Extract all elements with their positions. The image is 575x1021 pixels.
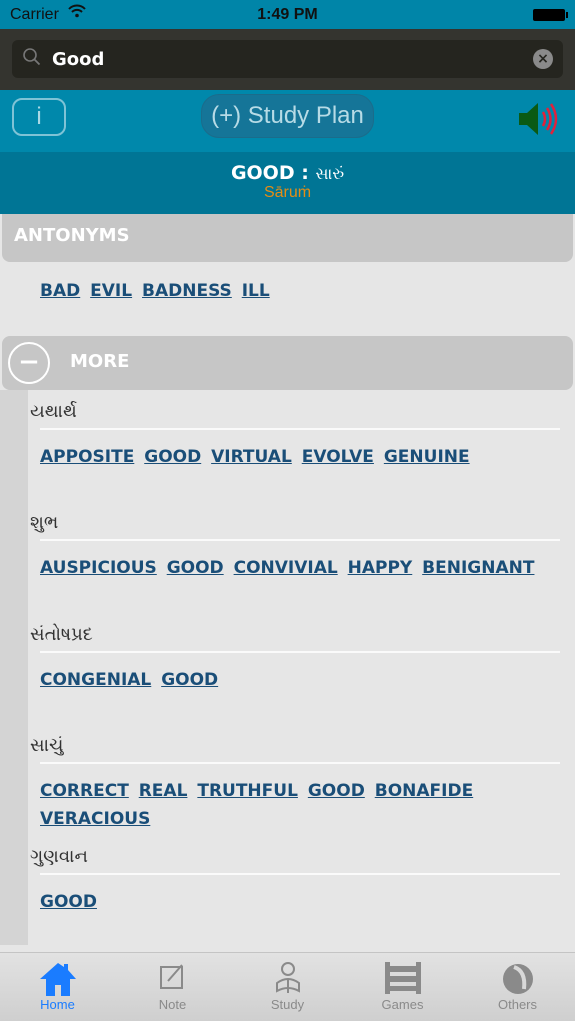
word-transliteration: Sāruṁ [263, 184, 312, 201]
tab-games[interactable]: Games [345, 953, 460, 1021]
search-field: × [12, 40, 563, 78]
synonym-links: AUSPICIOUS GOOD CONVIVIAL HAPPY BENIGNAN… [28, 541, 560, 582]
word-link[interactable]: GOOD [167, 558, 224, 578]
word-gujarati: સારું [315, 164, 345, 183]
status-bar: Carrier 1:49 PM [0, 0, 575, 29]
word-link[interactable]: GOOD [144, 447, 201, 467]
meaning-section: શુભ AUSPICIOUS GOOD CONVIVIAL HAPPY BENIG… [28, 507, 575, 618]
tab-others[interactable]: Others [460, 953, 575, 1021]
synonym-links: CONGENIAL GOOD [28, 653, 560, 694]
synonym-links: CORRECT REAL TRUTHFUL GOOD BONAFIDE VERA… [28, 764, 560, 833]
tab-bar: Home Note Study Games Others [0, 952, 575, 1021]
gujarati-heading: સંતોષપ્રદ [30, 623, 93, 645]
more-header[interactable]: − MORE [2, 336, 573, 390]
meaning-section: સાચું CORRECT REAL TRUTHFUL GOOD BONAFIDE… [28, 730, 575, 841]
word-link[interactable]: APPOSITE [40, 447, 134, 467]
antonyms-list: BAD EVIL BADNESS ILL [40, 277, 560, 305]
search-input[interactable] [52, 40, 512, 78]
home-icon [0, 953, 115, 997]
tab-label: Study [270, 997, 305, 1012]
word-link[interactable]: GOOD [308, 781, 365, 801]
search-icon [22, 47, 42, 72]
word-link[interactable]: VIRTUAL [211, 447, 292, 467]
word-link[interactable]: GOOD [40, 892, 97, 912]
gujarati-heading: ગુણવાન [30, 846, 88, 867]
meaning-section: યથાર્થ APPOSITE GOOD VIRTUAL EVOLVE GENUI… [28, 396, 575, 507]
word-toolbar: i (+) Study Plan [0, 90, 575, 152]
meanings-list: યથાર્થ APPOSITE GOOD VIRTUAL EVOLVE GENUI… [28, 396, 575, 952]
battery-icon [533, 9, 568, 21]
meaning-section: સંતોષપ્રદ CONGENIAL GOOD [28, 619, 575, 730]
gujarati-heading: યથાર્થ [30, 401, 77, 422]
word-header: GOOD : સારું Sāruṁ [0, 152, 575, 214]
word-link[interactable]: BONAFIDE [375, 781, 473, 801]
tab-note[interactable]: Note [115, 953, 230, 1021]
word-link[interactable]: TRUTHFUL [197, 781, 298, 801]
word-english: GOOD [230, 162, 295, 184]
word-link[interactable]: BAD [40, 281, 80, 301]
word-link[interactable]: BENIGNANT [422, 558, 534, 578]
word-link[interactable]: HAPPY [348, 558, 413, 578]
word-link[interactable]: CONVIVIAL [234, 558, 338, 578]
word-link[interactable]: VERACIOUS [40, 809, 150, 829]
tab-label: Note [158, 997, 187, 1012]
clock: 1:49 PM [257, 6, 318, 23]
tab-label: Games [381, 997, 424, 1012]
word-link[interactable]: ILL [242, 281, 270, 301]
tab-study[interactable]: Study [230, 953, 345, 1021]
word-link[interactable]: EVIL [90, 281, 132, 301]
word-link[interactable]: BADNESS [142, 281, 232, 301]
word-link[interactable]: CORRECT [40, 781, 129, 801]
gujarati-heading: સાચું [30, 734, 64, 756]
synonym-links: APPOSITE GOOD VIRTUAL EVOLVE GENUINE [28, 430, 560, 471]
tab-home[interactable]: Home [0, 953, 115, 1021]
word-link[interactable]: AUSPICIOUS [40, 558, 157, 578]
search-bar: × [0, 29, 575, 90]
tab-label: Others [497, 997, 537, 1012]
left-margin-strip [0, 390, 28, 945]
word-link[interactable]: GOOD [161, 670, 218, 690]
gujarati-heading: શુભ [30, 512, 59, 534]
antonyms-header: ANTONYMS [2, 214, 573, 262]
word-separator: : [294, 162, 316, 184]
collapse-icon[interactable]: − [8, 342, 50, 384]
word-link[interactable]: GENUINE [384, 447, 470, 467]
study-icon [230, 953, 345, 997]
clear-search-icon[interactable]: × [533, 49, 553, 69]
meaning-section: ગુણવાન GOOD [28, 841, 575, 952]
abacus-icon [345, 953, 460, 997]
word-link[interactable]: EVOLVE [302, 447, 374, 467]
synonym-links: GOOD [28, 875, 560, 916]
tab-label: Home [40, 997, 75, 1012]
speaker-icon[interactable] [515, 100, 563, 142]
note-icon [115, 953, 230, 997]
study-plan-button[interactable]: (+) Study Plan [201, 94, 374, 138]
word-link[interactable]: CONGENIAL [40, 670, 151, 690]
others-icon [460, 953, 575, 997]
word-link[interactable]: REAL [139, 781, 188, 801]
more-label: MORE [70, 351, 130, 372]
info-button[interactable]: i [12, 98, 66, 136]
